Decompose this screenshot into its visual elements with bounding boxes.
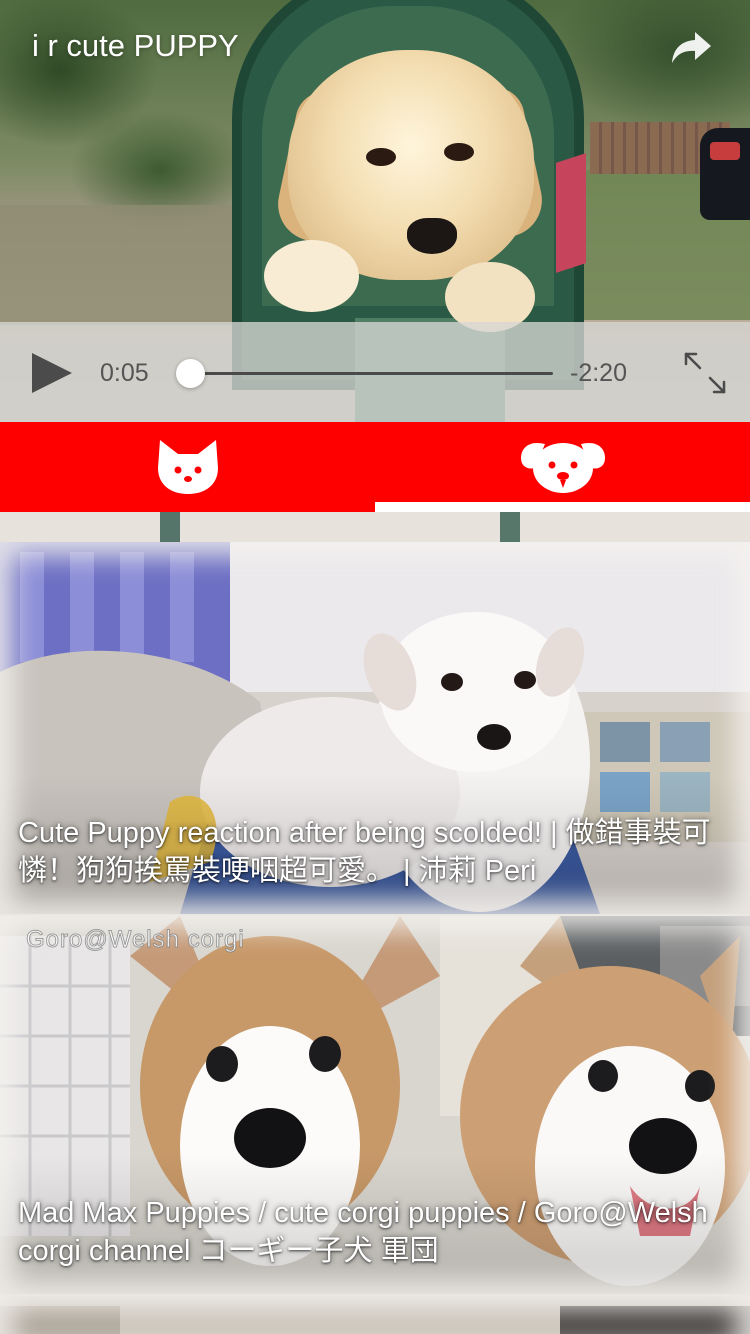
video-title: i r cute PUPPY — [32, 28, 239, 63]
video-frame-puppy-paw — [264, 240, 359, 312]
video-card-title: Cute Puppy reaction after being scolded!… — [18, 817, 711, 887]
video-card[interactable]: Goro@Welsh corgi Mad Max Puppies / cute … — [0, 916, 750, 1294]
selected-tab-indicator — [375, 502, 750, 512]
video-frame-puppy-eye — [444, 143, 474, 161]
cat-face-icon — [157, 440, 218, 494]
video-frame-puppy-eye — [366, 148, 396, 166]
feed-top-edge — [0, 512, 750, 542]
video-feed[interactable]: Cute Puppy reaction after being scolded!… — [0, 512, 750, 1334]
expand-icon — [684, 352, 726, 394]
video-frame-mailbox-flag — [556, 153, 586, 273]
fullscreen-button[interactable] — [682, 350, 728, 396]
play-icon — [32, 353, 72, 393]
video-frame-car — [700, 128, 750, 220]
video-player[interactable]: i r cute PUPPY 0:05 -2:20 — [0, 0, 750, 422]
category-tab-bar — [0, 422, 750, 512]
dog-face-icon — [520, 442, 605, 493]
thumbnail-watermark: Goro@Welsh corgi — [26, 926, 245, 954]
video-card[interactable] — [0, 1296, 750, 1334]
elapsed-time: 0:05 — [100, 359, 149, 387]
video-card[interactable]: Cute Puppy reaction after being scolded!… — [0, 542, 750, 914]
tab-cats[interactable] — [0, 422, 375, 512]
progress-scrubber[interactable] — [175, 359, 553, 388]
video-frame-lawn — [0, 205, 240, 325]
share-icon[interactable] — [670, 30, 712, 66]
tab-dogs[interactable] — [375, 422, 750, 512]
scrubber-thumb[interactable] — [175, 359, 205, 388]
playback-controls: 0:05 -2:20 — [0, 322, 750, 422]
play-button[interactable] — [28, 350, 74, 396]
video-card-title: Mad Max Puppies / cute corgi puppies / G… — [18, 1197, 708, 1267]
video-thumbnail — [0, 1296, 750, 1334]
video-frame-puppy-nose — [407, 218, 457, 254]
remaining-time: -2:20 — [570, 359, 627, 387]
